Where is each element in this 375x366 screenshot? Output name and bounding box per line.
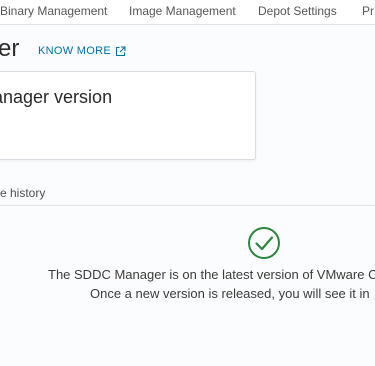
know-more-link[interactable]: KNOW MORE [38, 45, 126, 57]
version-card: anager version [0, 71, 256, 160]
page-title: er [0, 35, 20, 62]
tab-depot-settings[interactable]: Depot Settings [258, 4, 337, 18]
status-message-line-2: Once a new version is released, you will… [90, 286, 370, 301]
external-link-icon [115, 45, 126, 57]
tab-binary-management[interactable]: Binary Management [0, 4, 107, 18]
divider [0, 205, 375, 206]
tab-update-history[interactable]: e history [0, 186, 45, 200]
know-more-label: KNOW MORE [38, 45, 111, 57]
tab-truncated[interactable]: Pr [362, 4, 374, 18]
check-circle-icon [247, 226, 281, 260]
top-nav: Binary Management Image Management Depot… [0, 0, 375, 25]
tab-image-management[interactable]: Image Management [129, 4, 236, 18]
card-title: anager version [0, 87, 113, 107]
status-message-line-1: The SDDC Manager is on the latest versio… [48, 267, 375, 282]
